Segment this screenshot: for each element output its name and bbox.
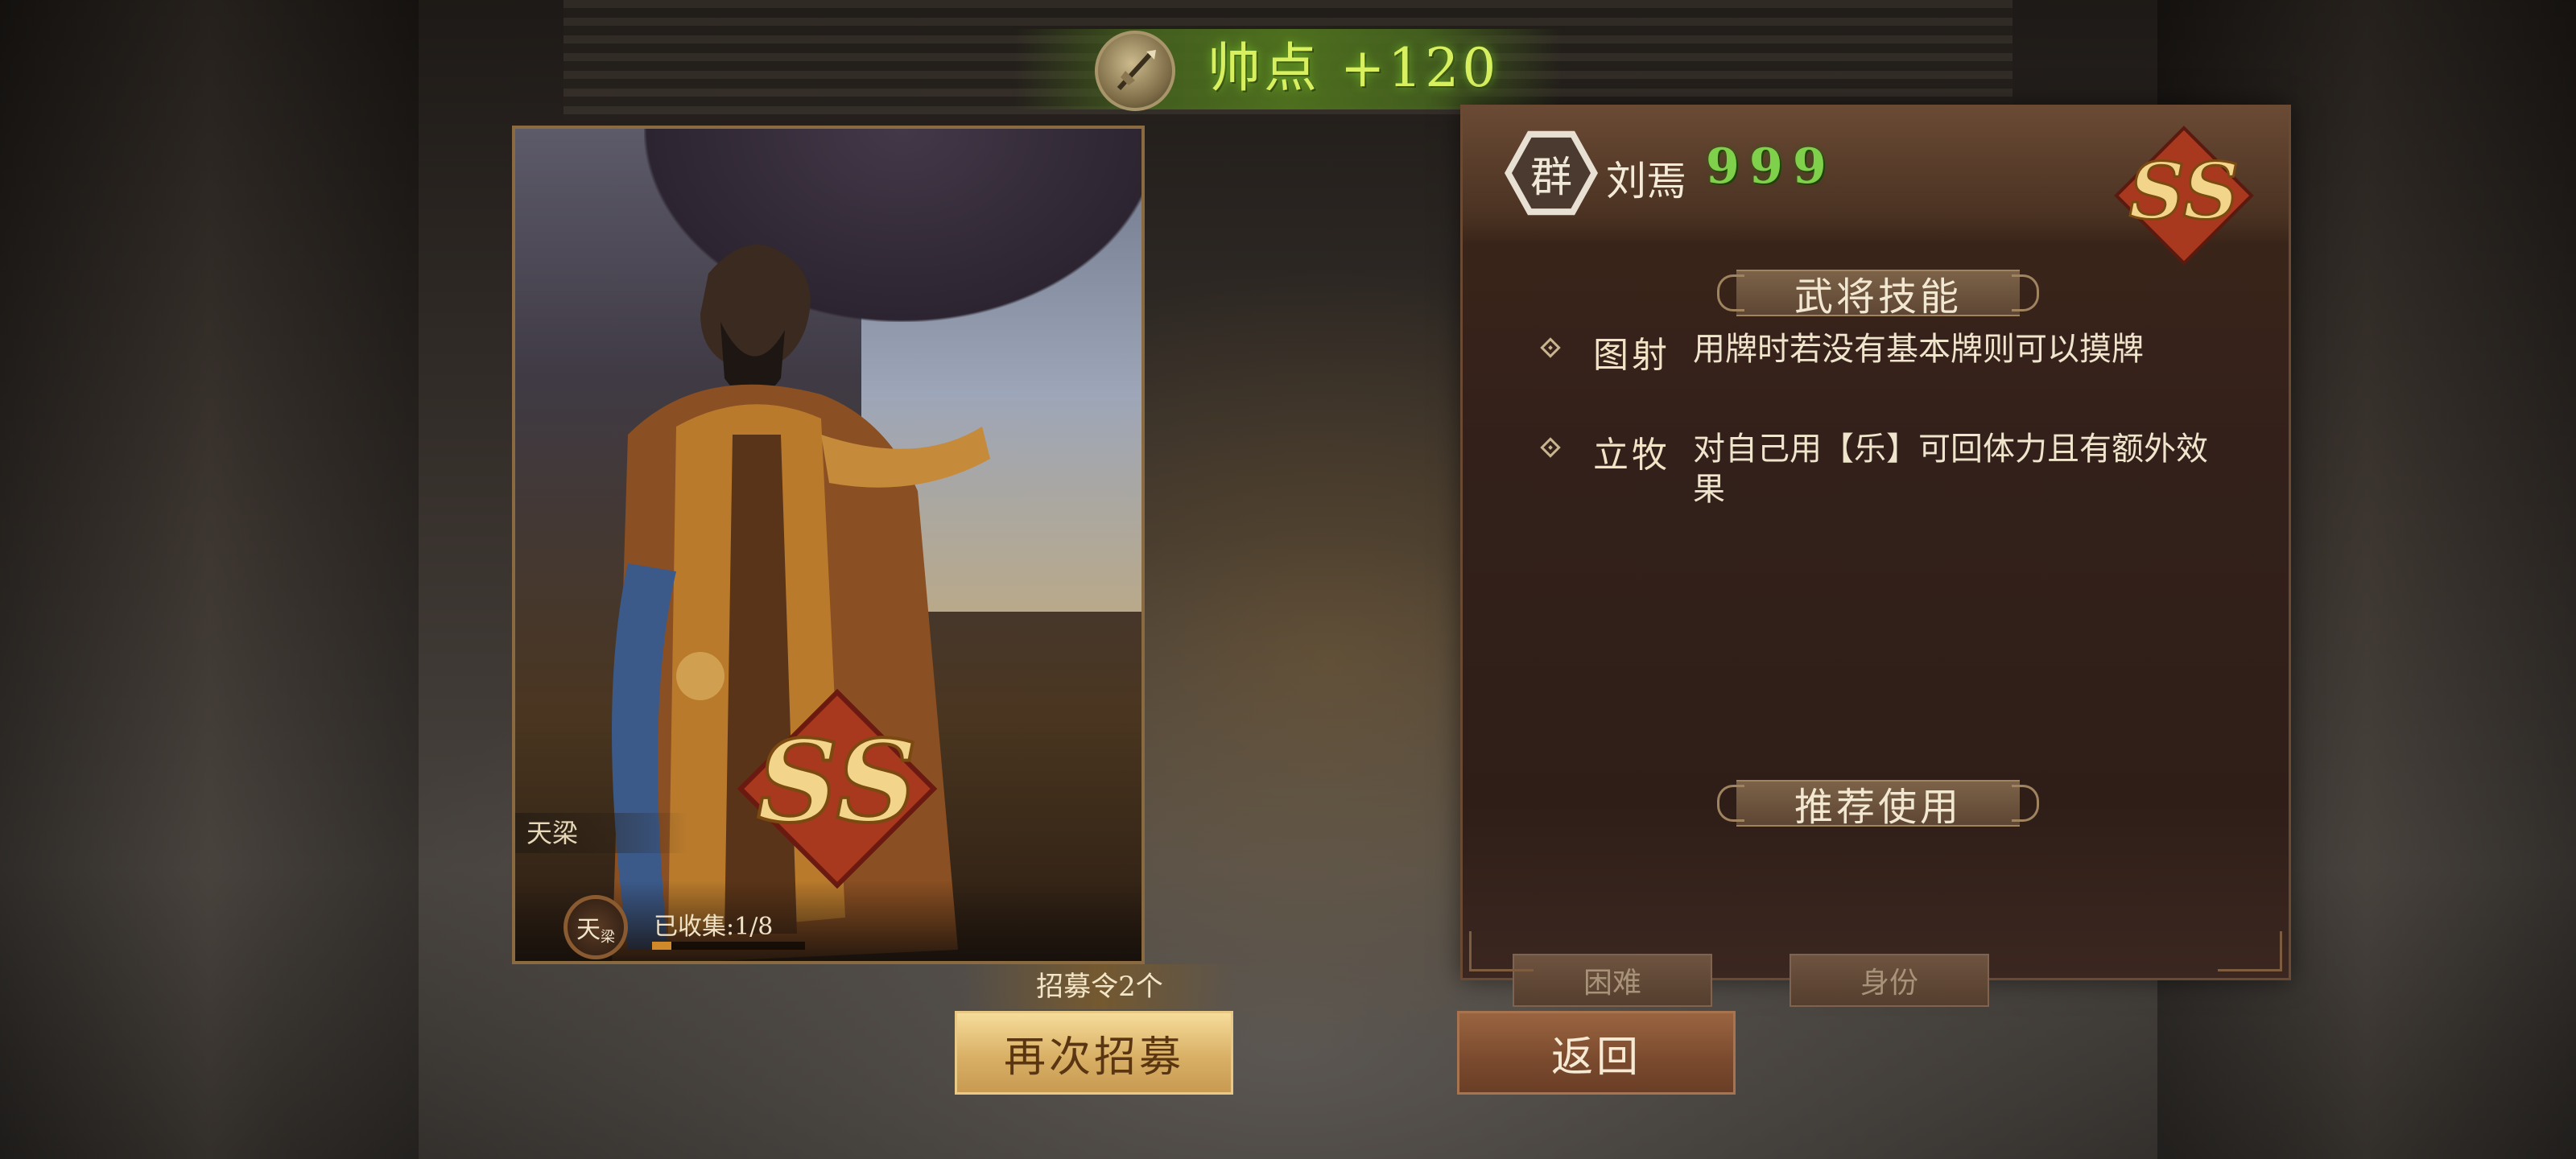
mode-tag-hard[interactable]: 困难: [1513, 954, 1712, 1007]
hero-card[interactable]: SS 天梁 天梁 已收集:1/8: [512, 126, 1145, 964]
star-digit: 9: [1706, 138, 1740, 195]
recruit-again-button[interactable]: 再次招募: [955, 1011, 1233, 1095]
hero-name: 刘焉: [1606, 158, 1686, 204]
back-button[interactable]: 返回: [1457, 1011, 1736, 1095]
ss-grade-icon: SS: [737, 688, 938, 889]
collected-progress-fill: [652, 942, 671, 950]
diamond-bullet-icon: [1540, 337, 1561, 358]
panel-corner-ornament: [1469, 931, 1534, 971]
skill-name: 立牧: [1593, 435, 1670, 476]
skill-description: 对自己用【乐】可回体力且有额外效果: [1693, 431, 2208, 508]
skills-section-title: 武将技能: [1712, 265, 2044, 321]
star-digit: 9: [1793, 138, 1827, 195]
hero-stars: 9 9 9: [1706, 142, 1830, 191]
mode-tag-identity[interactable]: 身份: [1790, 954, 1989, 1007]
collected-count: 已收集:1/8: [654, 913, 774, 941]
reward-points-text: 帅点 +120: [1208, 37, 1500, 99]
diamond-bullet-icon: [1540, 437, 1561, 458]
ss-grade-icon: SS: [2114, 126, 2254, 266]
svg-text:SS: SS: [757, 716, 917, 848]
recommend-section-title: 推荐使用: [1712, 775, 2044, 831]
panel-corner-ornament: [2218, 931, 2282, 971]
background-pillar-left: [0, 0, 419, 1159]
collect-badge: 天梁: [564, 895, 628, 959]
collected-progress-bar: [652, 942, 805, 950]
weapon-emblem-icon: [1095, 31, 1175, 111]
hero-info-panel: 群 刘焉 9 9 9 SS 武将技能 图射 用牌时若没有基本牌则可以摸牌 立牧 …: [1460, 105, 2291, 1007]
skill-description: 用牌时若没有基本牌则可以摸牌: [1693, 331, 2144, 368]
recruit-token-count: 招募令2个: [963, 964, 1236, 1009]
skill-name: 图射: [1593, 335, 1670, 376]
svg-text:SS: SS: [2129, 146, 2240, 237]
skin-tag: 天梁: [515, 813, 687, 853]
star-digit: 9: [1749, 138, 1783, 195]
